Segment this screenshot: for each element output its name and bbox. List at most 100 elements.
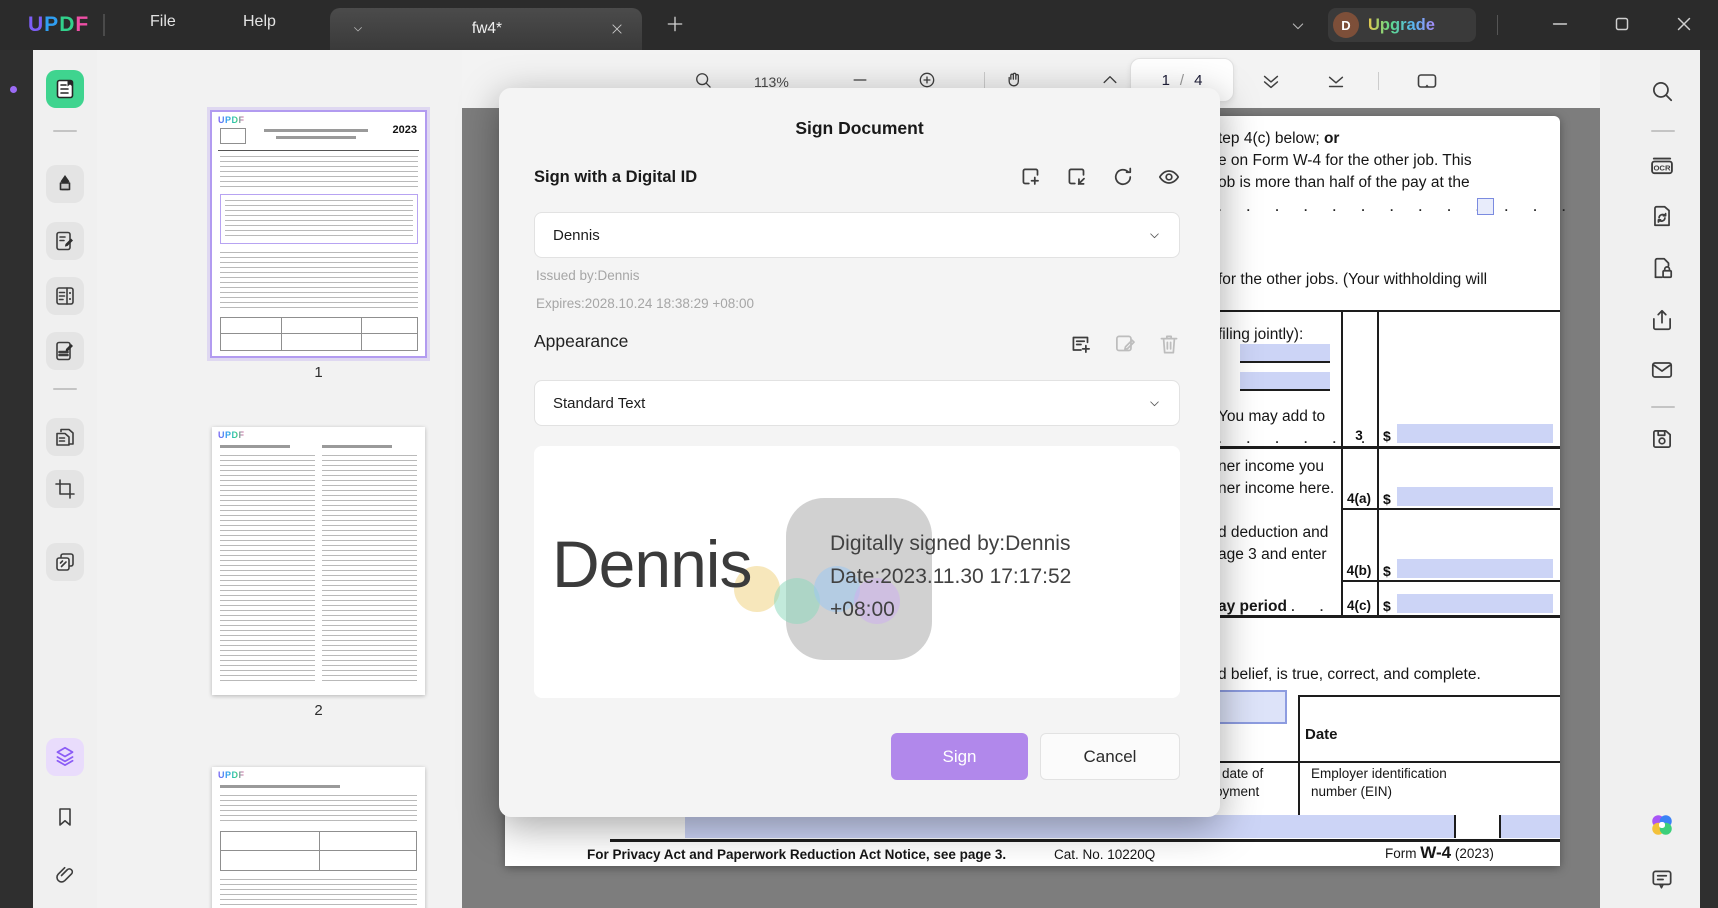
thumb-heading-bar (220, 785, 340, 788)
tab-list-chevron-icon[interactable] (352, 23, 364, 35)
thumb-updf-watermark: UPDF (218, 770, 245, 780)
rail-item-feedback[interactable] (1643, 860, 1681, 898)
search-icon (1649, 78, 1675, 104)
page-thumbnail-3[interactable]: UPDF (212, 767, 425, 908)
form-input-field[interactable] (1240, 372, 1330, 389)
signature-field[interactable] (1211, 690, 1287, 724)
table-rule (1298, 695, 1560, 697)
thumb-text-column (322, 455, 417, 685)
thumb-text-lines (220, 252, 418, 310)
continuous-scroll-icon[interactable] (1260, 70, 1282, 92)
form-footer-notice: For Privacy Act and Paperwork Reduction … (587, 847, 1006, 862)
zoom-out-icon[interactable] (850, 70, 870, 90)
updf-logo: UPDF (28, 13, 89, 37)
delete-appearance-icon[interactable] (1156, 331, 1182, 357)
add-digital-id-icon[interactable] (1018, 164, 1044, 190)
zoom-search-icon[interactable] (693, 70, 713, 90)
sidebar-item-layers[interactable] (46, 738, 84, 776)
sidebar-item-fill-sign[interactable] (46, 332, 84, 370)
left-tool-rail (33, 50, 97, 908)
rail-item-convert[interactable] (1643, 197, 1681, 235)
add-appearance-icon[interactable] (1068, 331, 1094, 357)
form-text: ner income you (1218, 458, 1324, 476)
form-input-field[interactable] (1397, 424, 1553, 443)
sidebar-item-attachment[interactable] (46, 856, 84, 894)
brand-swirl (774, 578, 820, 624)
refresh-ids-icon[interactable] (1110, 164, 1136, 190)
form-input-field[interactable] (1240, 344, 1330, 361)
document-lock-icon (1649, 255, 1675, 281)
edit-appearance-icon[interactable] (1112, 331, 1138, 357)
sidebar-item-bookmark[interactable] (46, 798, 84, 836)
sidebar-item-form-fields[interactable] (46, 277, 84, 315)
rail-item-protect[interactable] (1643, 249, 1681, 287)
signature-name: Dennis (552, 526, 751, 602)
rail-item-ai-assistant[interactable] (1643, 806, 1681, 844)
page-current[interactable]: 1 (1162, 72, 1170, 89)
sidebar-item-crop[interactable] (46, 470, 84, 508)
pages-icon (53, 425, 77, 449)
left-frame-strip (0, 50, 33, 908)
thumb-updf-watermark: UPDF (218, 115, 245, 125)
step-number: 4(b) (1340, 563, 1378, 578)
presentation-icon[interactable] (1415, 70, 1439, 94)
sidebar-item-reader[interactable] (46, 70, 84, 108)
menu-help[interactable]: Help (243, 13, 276, 31)
form-checkbox[interactable] (1477, 198, 1494, 215)
rail-item-share[interactable] (1643, 301, 1681, 339)
form-input-field[interactable] (1397, 594, 1553, 613)
form-input-field[interactable] (1397, 559, 1553, 578)
window-close-button[interactable] (1673, 13, 1695, 35)
import-digital-id-icon[interactable] (1064, 164, 1090, 190)
form-text: date of (1222, 766, 1263, 781)
window-maximize-button[interactable] (1611, 13, 1633, 35)
account-chevron-icon[interactable] (1290, 18, 1306, 34)
panel-indicator-dot (10, 86, 17, 93)
form-text: d belief, is true, correct, and complete… (1218, 666, 1481, 684)
thumb-table (220, 317, 418, 351)
form-input-field[interactable] (685, 815, 1454, 838)
menu-file[interactable]: File (150, 13, 176, 31)
document-tab[interactable]: fw4* (330, 8, 642, 50)
field-rule (1240, 389, 1330, 391)
edit-document-icon (53, 229, 77, 253)
upgrade-button[interactable]: D Upgrade (1328, 8, 1476, 42)
page-thumbnail-1[interactable]: UPDF 2023 (210, 110, 427, 358)
form-input-field[interactable] (1397, 487, 1553, 506)
layers-icon (52, 744, 78, 770)
view-id-details-icon[interactable] (1156, 164, 1182, 190)
table-rule (1341, 580, 1560, 582)
digital-id-select[interactable]: Dennis (534, 212, 1180, 258)
form-footer-bold: W-4 (1420, 843, 1451, 862)
thumb-highlight-box (220, 194, 418, 244)
sidebar-item-organize-pages[interactable] (46, 418, 84, 456)
page-up-icon[interactable] (1100, 70, 1120, 90)
titlebar: UPDF File Help fw4* D Upgrade (0, 0, 1718, 50)
sidebar-item-edit-pdf[interactable] (46, 222, 84, 260)
sign-button[interactable]: Sign (891, 733, 1028, 780)
dotted-leader: . . . . . . . . . . . . . (1218, 200, 1576, 214)
chevron-down-icon (1148, 229, 1161, 242)
paperclip-icon (53, 863, 77, 887)
cancel-button[interactable]: Cancel (1040, 733, 1180, 780)
page-thumbnail-2[interactable]: UPDF (212, 427, 425, 695)
fit-bottom-icon[interactable] (1325, 70, 1347, 92)
rail-item-ocr[interactable]: OCR (1643, 146, 1681, 184)
avatar[interactable]: D (1333, 12, 1359, 38)
sidebar-item-highlighter[interactable] (46, 165, 84, 203)
appearance-select[interactable]: Standard Text (534, 380, 1180, 426)
rail-item-search[interactable] (1643, 72, 1681, 110)
window-minimize-button[interactable] (1549, 13, 1571, 35)
tab-close-icon[interactable] (610, 22, 624, 36)
svg-text:OCR: OCR (1653, 163, 1671, 172)
sidebar-item-watermark[interactable] (46, 543, 84, 581)
new-tab-icon[interactable] (665, 14, 685, 34)
thumbnail-page-number: 1 (210, 364, 427, 381)
hand-tool-icon[interactable] (1005, 70, 1025, 90)
rail-item-save[interactable] (1643, 420, 1681, 458)
form-text: age 3 and enter (1218, 546, 1327, 564)
signature-detail-line: Date:2023.11.30 17:17:52 (830, 565, 1071, 589)
rail-item-mail[interactable] (1643, 351, 1681, 389)
form-input-field[interactable] (1501, 815, 1560, 838)
zoom-in-icon[interactable] (917, 70, 937, 90)
